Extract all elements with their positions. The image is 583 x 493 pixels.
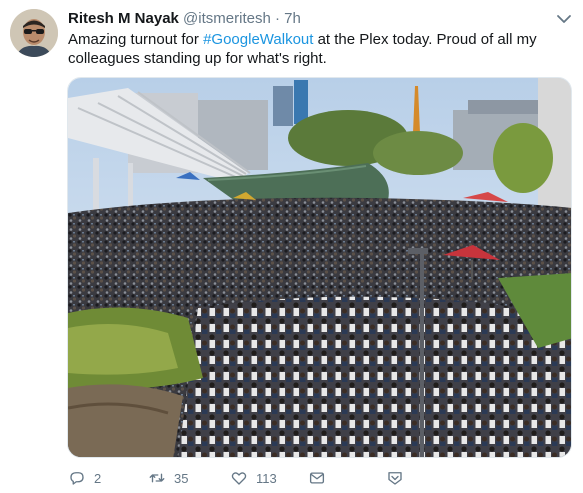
retweet-button[interactable]: 35 xyxy=(148,466,188,490)
author-handle[interactable]: @itsmeritesh xyxy=(183,10,271,27)
tweet-card: Ritesh M Nayak @itsmeritesh · 7h Amazing… xyxy=(0,0,583,493)
envelope-icon xyxy=(309,472,325,484)
retweet-count: 35 xyxy=(174,470,189,486)
separator-dot: · xyxy=(274,10,280,27)
like-count: 113 xyxy=(256,470,277,486)
chevron-down-icon[interactable] xyxy=(555,12,573,26)
author-name[interactable]: Ritesh M Nayak xyxy=(68,10,179,27)
heart-icon xyxy=(231,472,247,485)
timestamp[interactable]: 7h xyxy=(284,10,301,27)
reply-icon xyxy=(70,472,84,485)
direct-message-button[interactable] xyxy=(308,466,334,490)
reply-button[interactable]: 2 xyxy=(68,466,101,490)
reply-count: 2 xyxy=(94,470,102,486)
tweet-text: Amazing turnout for #GoogleWalkout at th… xyxy=(68,30,548,68)
tweet-actions: 2 35 113 xyxy=(68,466,488,490)
retweet-icon xyxy=(149,473,165,483)
hashtag-link[interactable]: #GoogleWalkout xyxy=(203,31,313,48)
share-button[interactable] xyxy=(386,466,412,490)
avatar[interactable] xyxy=(10,9,58,57)
tweet-photo[interactable] xyxy=(67,77,572,458)
like-button[interactable]: 113 xyxy=(230,466,277,490)
tweet-text-start: Amazing turnout for xyxy=(68,31,204,48)
tweet-header: Ritesh M Nayak @itsmeritesh · 7h xyxy=(68,10,301,28)
share-icon xyxy=(388,472,402,485)
